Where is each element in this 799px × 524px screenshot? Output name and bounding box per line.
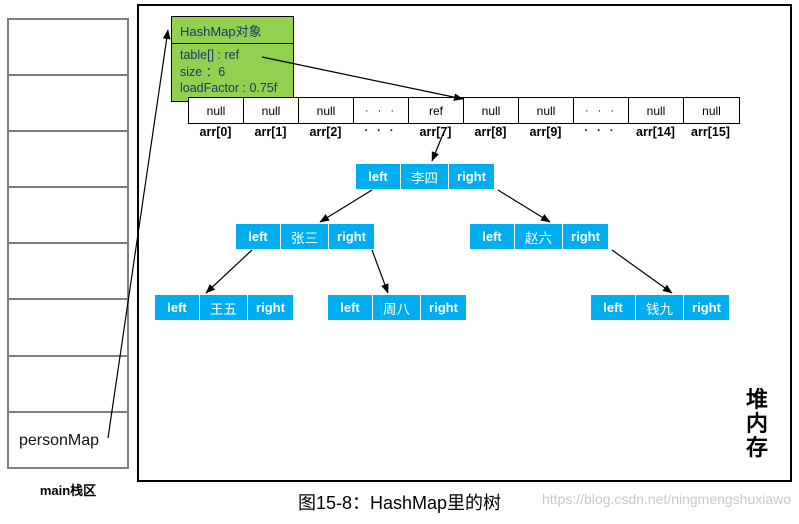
array-cell: null	[189, 98, 244, 123]
node-value: 赵六	[515, 224, 563, 249]
array-index-label: arr[1]	[254, 125, 287, 139]
hashmap-object-title: HashMap对象	[172, 17, 293, 44]
hashmap-field-table: table[] : ref	[180, 48, 240, 62]
array-cell: null	[519, 98, 574, 123]
hashmap-object-fields: table[] : ref size ：6 loadFactor : 0.75f	[172, 44, 293, 101]
node-value: 周八	[373, 295, 421, 320]
hashmap-field-size: size ：6	[180, 64, 226, 79]
array-index-label: arr[8]	[474, 125, 507, 139]
node-right-field: right	[329, 224, 374, 249]
stack-cell	[9, 188, 127, 245]
bucket-array: null null null · · · ref null null · · ·…	[188, 97, 740, 124]
figure-caption: 图15-8：HashMap里的树	[297, 493, 502, 513]
array-index-label: arr[9]	[529, 125, 562, 139]
stack-cell	[9, 357, 127, 413]
array-cell: null	[244, 98, 299, 123]
tree-node-root: left 李四 right	[356, 164, 494, 189]
array-cell: null	[629, 98, 684, 123]
array-index-label: arr[15]	[691, 125, 730, 139]
tree-node-right-1: left 赵六 right	[470, 224, 608, 249]
stack-cell-personmap: personMap	[9, 413, 127, 469]
stack-cell	[9, 132, 127, 189]
node-right-field: right	[449, 164, 494, 189]
array-index-ellipsis: · · ·	[584, 125, 617, 137]
array-index-label: arr[7]	[419, 125, 452, 139]
node-left-field: left	[155, 295, 200, 320]
tree-node-left-1: left 张三 right	[236, 224, 374, 249]
node-right-field: right	[248, 295, 293, 320]
array-cell: null	[464, 98, 519, 123]
tree-node-leaf-wangwu: left 王五 right	[155, 295, 293, 320]
stack-cell	[9, 244, 127, 301]
diagram-canvas: personMap main栈区 堆 内 存 HashMap对象 table[]…	[0, 0, 799, 524]
node-value: 王五	[200, 295, 248, 320]
stack-cell	[9, 20, 127, 77]
node-left-field: left	[470, 224, 515, 249]
stack-cell	[9, 300, 127, 357]
node-value: 钱九	[636, 295, 684, 320]
main-stack-frame: personMap	[7, 18, 129, 469]
heap-label-char: 内	[745, 410, 768, 436]
node-right-field: right	[563, 224, 608, 249]
heap-memory-label: 堆 内 存	[742, 388, 772, 459]
tree-node-leaf-qianjiu: left 钱九 right	[591, 295, 729, 320]
node-left-field: left	[328, 295, 373, 320]
array-cell-ellipsis: · · ·	[574, 98, 629, 123]
node-left-field: left	[236, 224, 281, 249]
tree-node-leaf-zhouba: left 周八 right	[328, 295, 466, 320]
node-left-field: left	[591, 295, 636, 320]
hashmap-object-box: HashMap对象 table[] : ref size ：6 loadFact…	[171, 16, 294, 102]
heap-label-char: 堆	[745, 387, 768, 412]
stack-cell-label: personMap	[19, 431, 100, 449]
node-right-field: right	[421, 295, 466, 320]
node-value: 李四	[401, 164, 449, 189]
array-cell-ref: ref	[409, 98, 464, 123]
array-cell: null	[684, 98, 739, 123]
array-cell-ellipsis: · · ·	[354, 98, 409, 123]
node-right-field: right	[684, 295, 729, 320]
hashmap-field-loadfactor: loadFactor : 0.75f	[180, 81, 278, 96]
stack-cell	[9, 76, 127, 133]
bucket-array-labels: arr[0] arr[1] arr[2] · · · arr[7] arr[8]…	[188, 125, 738, 139]
node-value: 张三	[281, 224, 329, 249]
heap-label-char: 存	[745, 434, 768, 460]
array-cell: null	[299, 98, 354, 123]
array-index-label: arr[2]	[309, 125, 342, 139]
node-left-field: left	[356, 164, 401, 189]
array-index-label: arr[0]	[199, 125, 232, 139]
array-index-ellipsis: · · ·	[364, 125, 397, 137]
array-index-label: arr[14]	[636, 125, 675, 139]
